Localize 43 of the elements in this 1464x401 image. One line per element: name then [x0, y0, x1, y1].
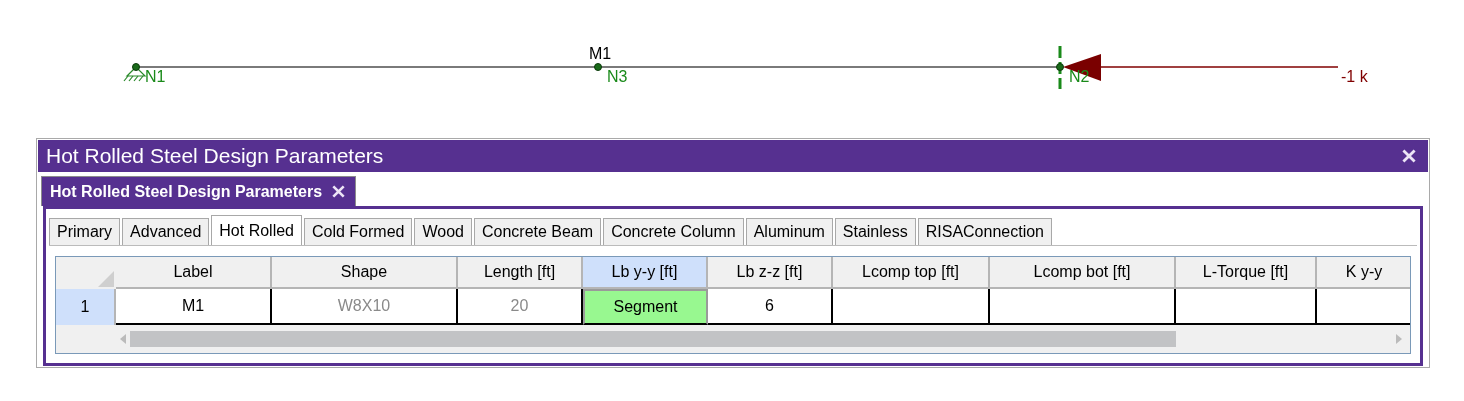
tab[interactable]: Cold Formed	[304, 218, 413, 245]
tab[interactable]: Wood	[414, 218, 472, 245]
table-cell[interactable]	[1317, 289, 1410, 325]
tab[interactable]: Hot Rolled	[211, 215, 302, 245]
tab[interactable]: Advanced	[122, 218, 210, 245]
table-cell[interactable]: 6	[708, 289, 833, 325]
close-tab-button[interactable]	[332, 185, 346, 198]
table-cell[interactable]: W8X10	[272, 289, 458, 325]
row-header[interactable]: 1	[56, 289, 116, 325]
tab[interactable]: Primary	[49, 218, 121, 245]
column-header[interactable]: Lcomp bot [ft]	[990, 257, 1176, 289]
column-header[interactable]: L-Torque [ft]	[1176, 257, 1317, 289]
tab[interactable]: Concrete Column	[603, 218, 744, 245]
node-dot	[132, 63, 140, 71]
column-header[interactable]: Label	[116, 257, 272, 289]
node-dot	[594, 63, 602, 71]
column-header[interactable]: Lcomp top [ft]	[833, 257, 990, 289]
table-cell[interactable]	[1176, 289, 1317, 325]
tab[interactable]: Aluminum	[745, 218, 833, 245]
table-cell[interactable]: M1	[116, 289, 272, 325]
close-button[interactable]	[1402, 149, 1416, 163]
table-cell[interactable]: 20	[458, 289, 583, 325]
table-cell[interactable]: Segment	[583, 289, 708, 325]
table-cell[interactable]	[833, 289, 990, 325]
column-header[interactable]: Shape	[272, 257, 458, 289]
document-tab-label: Hot Rolled Steel Design Parameters	[50, 182, 323, 201]
window-title: Hot Rolled Steel Design Parameters	[46, 144, 384, 168]
column-header[interactable]: Length [ft]	[458, 257, 583, 289]
column-header[interactable]: Lb y-y [ft]	[583, 257, 708, 289]
member-label: M1	[589, 46, 612, 62]
table-cell[interactable]	[990, 289, 1176, 325]
restraint-line	[1058, 46, 1062, 89]
node-label: N1	[145, 69, 166, 85]
load-label: -1 k	[1341, 69, 1368, 85]
node-label: N2	[1069, 69, 1090, 85]
tab[interactable]: Concrete Beam	[474, 218, 602, 245]
scrollbar-thumb[interactable]	[130, 331, 1176, 347]
tab[interactable]: Stainless	[834, 218, 916, 245]
tab[interactable]: RISAConnection	[917, 218, 1052, 245]
document-tab[interactable]: Hot Rolled Steel Design Parameters	[41, 176, 357, 206]
node-label: N3	[607, 69, 628, 85]
column-header[interactable]: Lb z-z [ft]	[708, 257, 833, 289]
node-dot	[1056, 63, 1064, 71]
